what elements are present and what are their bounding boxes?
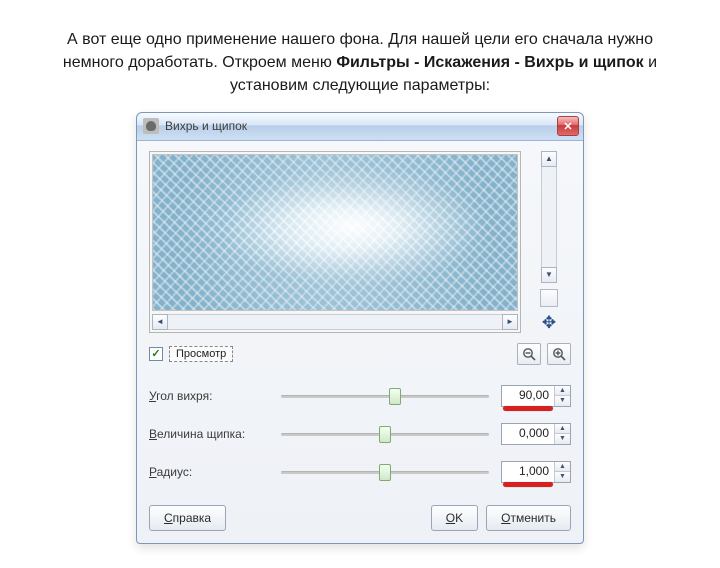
hscroll-track[interactable] [168,314,502,330]
pinch-amount-value[interactable]: 0,000 [502,424,554,444]
whirl-pinch-dialog: Вихрь и щипок ✕ ◄ ► ▲ ▼ [136,112,584,544]
spin-up[interactable]: ▲ [555,424,570,435]
param-label: Радиус: [149,465,269,479]
scroll-right-button[interactable]: ► [502,314,518,330]
slider-thumb[interactable] [379,426,391,443]
parameters-panel: Угол вихря: 90,00 ▲▼ Величина щипка: [149,385,571,483]
move-icon[interactable]: ✥ [539,313,559,333]
button-bar: Справка OK Отменить [149,505,571,531]
nav-thumb-button[interactable] [540,289,558,307]
close-button[interactable]: ✕ [557,116,579,136]
param-label: Угол вихря: [149,389,269,403]
app-icon [143,118,159,134]
pinch-amount-slider[interactable] [281,425,489,443]
titlebar[interactable]: Вихрь и щипок ✕ [137,113,583,141]
highlight-mark [503,482,553,487]
spin-down[interactable]: ▼ [555,396,570,406]
zoom-out-icon [522,347,536,361]
scroll-left-button[interactable]: ◄ [152,314,168,330]
close-icon: ✕ [563,120,572,133]
spin-down[interactable]: ▼ [555,472,570,482]
preview-checkbox-label: Просмотр [169,346,233,362]
zoom-out-button[interactable] [517,343,541,365]
caption-bold: Фильтры - Искажения - Вихрь и щипок [336,54,643,71]
vscroll-track[interactable] [541,167,557,267]
zoom-in-icon [552,347,566,361]
param-radius: Радиус: 1,000 ▲▼ [149,461,571,483]
radius-value[interactable]: 1,000 [502,462,554,482]
preview-vscrollbar[interactable]: ▲ ▼ [541,151,557,283]
preview-image[interactable] [152,154,518,311]
whirl-angle-input[interactable]: 90,00 ▲▼ [501,385,571,407]
dialog-body: ◄ ► ▲ ▼ ✥ ✓ Просмотр [137,141,583,543]
preview-panel: ◄ ► [149,151,521,333]
param-whirl-angle: Угол вихря: 90,00 ▲▼ [149,385,571,407]
whirl-angle-value[interactable]: 90,00 [502,386,554,406]
scroll-down-button[interactable]: ▼ [541,267,557,283]
slider-thumb[interactable] [389,388,401,405]
preview-checkbox[interactable]: ✓ [149,347,163,361]
spin-up[interactable]: ▲ [555,462,570,473]
param-label: Величина щипка: [149,427,269,441]
cancel-button[interactable]: Отменить [486,505,571,531]
highlight-mark [503,406,553,411]
scroll-up-button[interactable]: ▲ [541,151,557,167]
pinch-amount-input[interactable]: 0,000 ▲▼ [501,423,571,445]
help-button[interactable]: Справка [149,505,226,531]
radius-slider[interactable] [281,463,489,481]
slider-thumb[interactable] [379,464,391,481]
radius-input[interactable]: 1,000 ▲▼ [501,461,571,483]
spin-up[interactable]: ▲ [555,386,570,397]
dialog-title: Вихрь и щипок [165,119,551,133]
ok-button[interactable]: OK [431,505,478,531]
param-pinch-amount: Величина щипка: 0,000 ▲▼ [149,423,571,445]
spin-down[interactable]: ▼ [555,434,570,444]
zoom-in-button[interactable] [547,343,571,365]
whirl-angle-slider[interactable] [281,387,489,405]
preview-hscrollbar[interactable]: ◄ ► [152,314,518,330]
instruction-caption: А вот еще одно применение нашего фона. Д… [40,28,680,98]
